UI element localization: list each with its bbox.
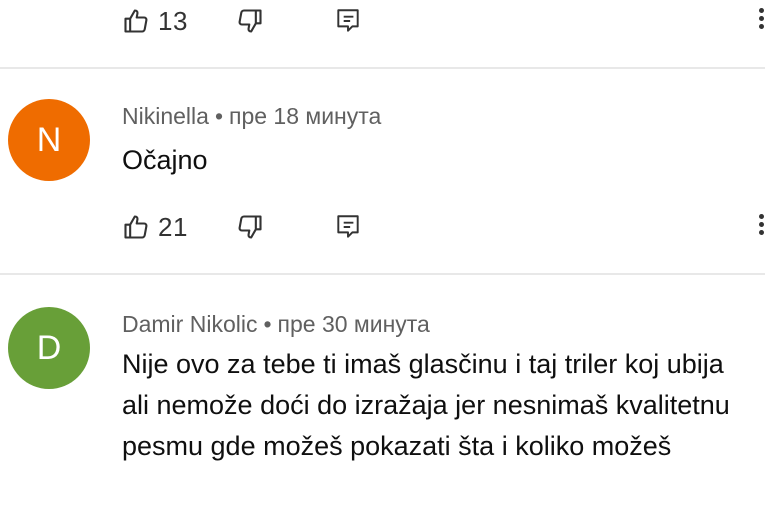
thumbs-up-icon: [124, 9, 148, 33]
comment-time: пре 30 минута: [277, 311, 430, 337]
comment-author[interactable]: Damir Nikolic: [122, 311, 257, 337]
dislike-button[interactable]: [236, 1, 264, 41]
comment-author[interactable]: Nikinella: [122, 103, 209, 129]
comment-item: N Nikinella • пре 18 минута Očajno 21: [0, 69, 765, 273]
avatar[interactable]: D: [8, 307, 90, 389]
comment-meta: Damir Nikolic • пре 30 минута: [122, 311, 430, 338]
like-button[interactable]: 13: [122, 1, 188, 41]
previous-comment-actions: 13: [0, 1, 765, 41]
comment-time: пре 18 минута: [229, 103, 382, 129]
like-button[interactable]: 21: [122, 207, 188, 247]
reply-button[interactable]: [335, 1, 361, 41]
more-options-button[interactable]: [759, 211, 765, 238]
avatar-letter: N: [36, 120, 62, 159]
avatar[interactable]: N: [8, 99, 90, 181]
comment-item: D Damir Nikolic • пре 30 минута Nije ovo z…: [0, 275, 765, 510]
reply-icon: [337, 215, 359, 238]
thumbs-up-icon: [124, 215, 148, 239]
meta-separator: •: [214, 103, 223, 129]
comment-text: Očajno: [122, 145, 208, 175]
like-count: 21: [158, 211, 188, 242]
thumbs-down-icon: [238, 9, 262, 33]
like-count: 13: [158, 5, 188, 36]
reply-icon: [337, 9, 359, 32]
comment-actions: 21: [0, 207, 765, 247]
dislike-button[interactable]: [236, 207, 264, 247]
meta-separator: •: [263, 311, 272, 337]
thumbs-down-icon: [238, 215, 262, 239]
comment-text: Nije ovo za tebe ti imaš glasčinu i taj …: [122, 349, 730, 461]
comment-meta: Nikinella • пре 18 минута: [122, 103, 381, 130]
more-options-button[interactable]: [759, 5, 765, 32]
avatar-letter: D: [36, 328, 62, 367]
reply-button[interactable]: [335, 207, 361, 247]
